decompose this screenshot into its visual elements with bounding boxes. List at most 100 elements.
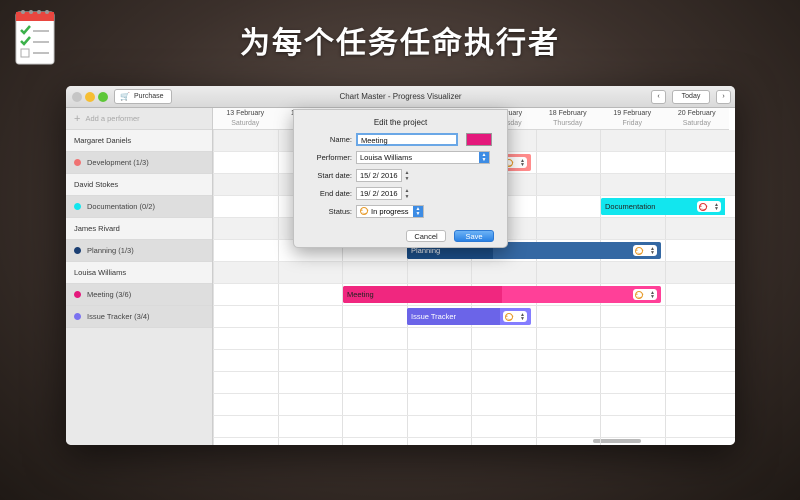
status-label: Status: bbox=[328, 206, 352, 216]
task-bar-meeting[interactable]: Meeting •‿• ▲ ▼ bbox=[343, 286, 661, 303]
day-date: 18 February bbox=[548, 110, 587, 117]
task-bar-issue[interactable]: Issue Tracker •‿• ▲ ▼ bbox=[407, 308, 531, 325]
performer-value: Louisa Williams bbox=[360, 152, 413, 162]
task-status-select[interactable]: •‿• ▲ ▼ bbox=[503, 311, 527, 322]
day-weekday: Saturday bbox=[231, 120, 260, 127]
day-header: 18 February Thursday bbox=[535, 108, 600, 130]
day-column bbox=[213, 108, 278, 445]
select-arrows-icon: ▲ ▼ bbox=[413, 205, 423, 217]
end-date-field[interactable]: 19/ 2/ 2016 ▲ ▼ bbox=[356, 186, 409, 200]
task-bar-label: Documentation bbox=[605, 202, 656, 211]
select-arrows-icon: ▲ ▼ bbox=[479, 151, 489, 163]
day-header: 20 February Saturday bbox=[664, 108, 729, 130]
in-progress-smiley-icon: •‿• bbox=[635, 246, 644, 255]
day-date: 13 February bbox=[226, 110, 265, 117]
task-status-select[interactable]: •‿• ▲ ▼ bbox=[633, 245, 657, 256]
status-value: In progress bbox=[371, 206, 409, 216]
day-date: 20 February bbox=[677, 110, 716, 117]
day-weekday: Saturday bbox=[682, 120, 711, 127]
project-name: Meeting (3/6) bbox=[87, 290, 132, 299]
project-row[interactable]: Meeting (3/6) bbox=[66, 284, 212, 306]
row-divider bbox=[213, 305, 735, 306]
performer-select[interactable]: Louisa Williams ▲ ▼ bbox=[356, 150, 490, 164]
day-weekday: Friday bbox=[622, 120, 642, 127]
performer-name: Margaret Daniels bbox=[74, 136, 132, 145]
day-weekday: Thursday bbox=[553, 120, 583, 127]
project-row[interactable]: Issue Tracker (3/4) bbox=[66, 306, 212, 328]
name-input[interactable]: Meeting bbox=[356, 132, 458, 146]
start-date-label: Start date: bbox=[317, 170, 352, 180]
day-column bbox=[600, 108, 665, 445]
project-color-dot bbox=[74, 203, 81, 210]
end-date-stepper[interactable]: ▲ ▼ bbox=[403, 188, 411, 201]
performer-label: Performer: bbox=[316, 152, 352, 162]
performers-sidebar: + Add a performer Margaret Daniels Develo… bbox=[66, 108, 213, 445]
end-date-label: End date: bbox=[319, 188, 352, 198]
row-divider bbox=[213, 327, 735, 328]
status-select[interactable]: •‿• In progress ▲ ▼ bbox=[356, 204, 424, 218]
task-bar-documentation[interactable]: Documentation •‿• ▲ ▼ bbox=[601, 198, 725, 215]
project-color-dot bbox=[74, 291, 81, 298]
project-row[interactable]: Development (1/3) bbox=[66, 152, 212, 174]
task-bar-label: Issue Tracker bbox=[411, 312, 457, 321]
dialog-title: Edit the project bbox=[373, 118, 428, 127]
project-name: Documentation (0/2) bbox=[87, 202, 155, 211]
start-date-value: 15/ 2/ 2016 bbox=[360, 170, 398, 180]
performer-row[interactable]: James Rivard bbox=[66, 218, 212, 240]
window-title: Chart Master - Progress Visualizer bbox=[339, 92, 462, 101]
row-divider bbox=[213, 349, 735, 350]
name-label: Name: bbox=[329, 134, 352, 144]
promo-headline: 为每个任务任命执行者 bbox=[240, 26, 560, 61]
project-name: Development (1/3) bbox=[87, 158, 149, 167]
day-date: 19 February bbox=[613, 110, 652, 117]
color-swatch[interactable] bbox=[466, 132, 492, 146]
performer-name: James Rivard bbox=[74, 224, 120, 233]
row-divider bbox=[213, 415, 735, 416]
in-progress-smiley-icon: •‿• bbox=[505, 312, 514, 321]
end-date-value: 19/ 2/ 2016 bbox=[360, 188, 398, 198]
title-bar: 🛒 Purchase Chart Master - Progress Visua… bbox=[66, 86, 735, 108]
plus-icon: + bbox=[74, 112, 81, 125]
not-started-smiley-icon: •‿• bbox=[699, 202, 708, 211]
day-header: 13 February Saturday bbox=[213, 108, 278, 130]
stepper-arrows-icon: ▲ ▼ bbox=[520, 311, 525, 322]
in-progress-smiley-icon: •‿• bbox=[635, 290, 644, 299]
project-row[interactable]: Documentation (0/2) bbox=[66, 196, 212, 218]
performer-name: David Stokes bbox=[74, 180, 119, 189]
start-date-stepper[interactable]: ▲ ▼ bbox=[403, 170, 411, 183]
add-performer-row[interactable]: + Add a performer bbox=[66, 108, 212, 130]
task-bar-label: Meeting bbox=[347, 290, 374, 299]
row-divider bbox=[213, 261, 735, 262]
performer-row[interactable]: Margaret Daniels bbox=[66, 130, 212, 152]
in-progress-smiley-icon: •‿• bbox=[360, 207, 369, 215]
day-column bbox=[664, 108, 730, 445]
row-divider bbox=[213, 283, 735, 284]
stepper-arrows-icon: ▲ ▼ bbox=[650, 245, 655, 256]
performer-row[interactable]: Louisa Williams bbox=[66, 262, 212, 284]
project-color-dot bbox=[74, 159, 81, 166]
cancel-button[interactable]: Cancel bbox=[406, 230, 446, 242]
next-days-button[interactable]: › bbox=[716, 90, 731, 104]
stepper-arrows-icon: ▲ ▼ bbox=[520, 157, 525, 168]
project-row[interactable]: Planning (1/3) bbox=[66, 240, 212, 262]
add-performer-placeholder: Add a performer bbox=[85, 114, 140, 123]
day-header: 19 February Friday bbox=[600, 108, 665, 130]
task-status-select[interactable]: •‿• ▲ ▼ bbox=[697, 201, 721, 212]
stepper-arrows-icon: ▲ ▼ bbox=[650, 289, 655, 300]
stepper-arrows-icon: ▲ ▼ bbox=[714, 201, 719, 212]
task-status-select[interactable]: •‿• ▲ ▼ bbox=[633, 289, 657, 300]
previous-days-button[interactable]: ‹ bbox=[651, 90, 666, 104]
today-button[interactable]: Today bbox=[672, 90, 710, 104]
project-name: Issue Tracker (3/4) bbox=[87, 312, 150, 321]
day-column bbox=[535, 108, 601, 445]
project-color-dot bbox=[74, 247, 81, 254]
performer-row[interactable]: David Stokes bbox=[66, 174, 212, 196]
start-date-field[interactable]: 15/ 2/ 2016 ▲ ▼ bbox=[356, 168, 409, 182]
app-window: 🛒 Purchase Chart Master - Progress Visua… bbox=[66, 86, 735, 445]
performer-name: Louisa Williams bbox=[74, 268, 127, 277]
project-name: Planning (1/3) bbox=[87, 246, 134, 255]
project-color-dot bbox=[74, 313, 81, 320]
edit-project-dialog: Edit the project Name: Meeting Performer… bbox=[293, 109, 508, 248]
row-divider bbox=[213, 437, 735, 438]
save-button[interactable]: Save bbox=[454, 230, 494, 242]
